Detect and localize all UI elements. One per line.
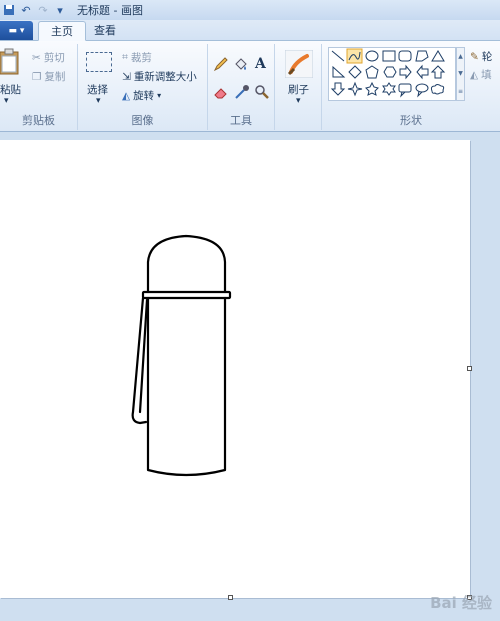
line-shape-icon[interactable]: [331, 50, 345, 62]
copy-button[interactable]: ❐ 复制: [32, 69, 65, 84]
tab-view[interactable]: 查看: [82, 21, 128, 41]
crop-icon: ⌗: [122, 51, 128, 63]
clipboard-group: 粘贴 ▾ ✂ 剪切 ❐ 复制 剪贴板: [0, 44, 78, 130]
tab-home[interactable]: 主页: [38, 21, 86, 41]
outline-pencil-icon: ✎: [470, 50, 479, 63]
pencil-icon[interactable]: [213, 56, 229, 72]
image-group: 选择 ▾ ⌗ 裁剪 ⇲ 重新调整大小 ◭ 旋转 ▾ 图像: [78, 44, 208, 130]
rotate-dropdown-icon: ▾: [157, 91, 162, 100]
ribbon-tabs: ▬ ▾ 主页 查看: [0, 20, 500, 41]
thermos-drawing: [131, 234, 232, 477]
resize-button[interactable]: ⇲ 重新调整大小: [122, 69, 197, 84]
customize-qat-icon[interactable]: ▾: [53, 3, 67, 17]
color-picker-icon[interactable]: [234, 84, 250, 100]
gallery-expand-icon[interactable]: ≡: [458, 88, 463, 95]
file-menu-button[interactable]: ▬ ▾: [0, 21, 33, 40]
shapes-gallery: [328, 47, 456, 101]
pentagon-shape-icon[interactable]: [365, 65, 379, 79]
fill-button[interactable]: ◭ 填: [470, 67, 492, 82]
select-dropdown-icon[interactable]: ▾: [96, 96, 101, 106]
six-point-star-shape-icon[interactable]: [382, 82, 396, 96]
rotate-button[interactable]: ◭ 旋转 ▾: [122, 88, 161, 103]
brushes-button[interactable]: 刷子: [288, 82, 309, 97]
brushes-dropdown-icon[interactable]: ▾: [296, 96, 301, 106]
paste-dropdown-icon[interactable]: ▾: [4, 96, 9, 106]
ribbon: 粘贴 ▾ ✂ 剪切 ❐ 复制 剪贴板 选择 ▾ ⌗ 裁剪 ⇲ 重新调整大小 ◭ …: [0, 41, 500, 132]
rotate-icon: ◭: [122, 89, 131, 102]
oval-shape-icon[interactable]: [365, 50, 379, 62]
window-title: 无标题 - 画图: [77, 4, 143, 17]
watermark-logo: Bai 经验: [430, 594, 492, 612]
curve-shape-icon[interactable]: [346, 48, 363, 64]
right-triangle-shape-icon[interactable]: [332, 65, 346, 78]
redo-icon[interactable]: ↷: [36, 3, 50, 17]
cut-button[interactable]: ✂ 剪切: [32, 50, 65, 65]
copy-icon: ❐: [32, 70, 42, 83]
fill-bucket-icon[interactable]: [233, 56, 249, 72]
polygon-shape-icon[interactable]: [415, 50, 429, 62]
scissors-icon: ✂: [32, 51, 41, 64]
undo-icon[interactable]: ↶: [19, 3, 33, 17]
paste-icon[interactable]: [0, 48, 20, 76]
save-icon[interactable]: [2, 3, 16, 17]
select-icon[interactable]: [86, 52, 112, 72]
scroll-up-icon[interactable]: ▲: [458, 53, 463, 60]
triangle-shape-icon[interactable]: [431, 50, 445, 62]
rounded-rectangle-shape-icon[interactable]: [398, 50, 412, 62]
up-arrow-shape-icon[interactable]: [430, 65, 446, 79]
shapes-group-label: 形状: [400, 114, 422, 127]
workspace: Bai 经验: [0, 132, 500, 621]
image-group-label: 图像: [131, 114, 154, 127]
select-button[interactable]: 选择: [87, 82, 108, 97]
right-arrow-shape-icon[interactable]: [399, 64, 412, 80]
eraser-icon[interactable]: [213, 84, 229, 100]
left-arrow-shape-icon[interactable]: [416, 64, 429, 80]
rounded-callout-shape-icon[interactable]: [398, 83, 412, 98]
hexagon-shape-icon[interactable]: [383, 66, 397, 78]
scroll-down-icon[interactable]: ▼: [458, 70, 463, 77]
outline-button[interactable]: ✎ 轮: [470, 49, 492, 64]
shapes-gallery-scrollbar[interactable]: ▲ ▼ ≡: [456, 47, 465, 101]
clipboard-group-label: 剪贴板: [22, 114, 55, 127]
tools-group: A 工具: [208, 44, 275, 130]
brushes-group: 刷子 ▾: [275, 44, 322, 130]
resize-icon: ⇲: [122, 70, 131, 83]
canvas-resize-handle-bottom[interactable]: [228, 595, 233, 600]
paste-button[interactable]: 粘贴: [0, 82, 21, 97]
drawing-canvas[interactable]: [0, 140, 472, 600]
quick-access-toolbar: ↶ ↷ ▾: [0, 3, 67, 17]
title-bar: ↶ ↷ ▾ 无标题 - 画图: [0, 0, 500, 20]
down-arrow-shape-icon[interactable]: [330, 82, 346, 96]
rectangle-shape-icon[interactable]: [382, 50, 396, 62]
four-point-star-shape-icon[interactable]: [347, 81, 363, 97]
diamond-shape-icon[interactable]: [348, 65, 362, 79]
fill-icon: ◭: [470, 68, 479, 81]
brush-icon[interactable]: [285, 50, 313, 78]
oval-callout-shape-icon[interactable]: [415, 83, 429, 98]
magnifier-icon[interactable]: [254, 84, 270, 100]
crop-button[interactable]: ⌗ 裁剪: [122, 50, 152, 65]
text-tool-icon[interactable]: A: [255, 56, 266, 72]
canvas-resize-handle-right[interactable]: [467, 366, 472, 371]
tools-group-label: 工具: [230, 114, 252, 127]
five-point-star-shape-icon[interactable]: [365, 81, 379, 96]
cloud-callout-shape-icon[interactable]: [430, 84, 445, 95]
